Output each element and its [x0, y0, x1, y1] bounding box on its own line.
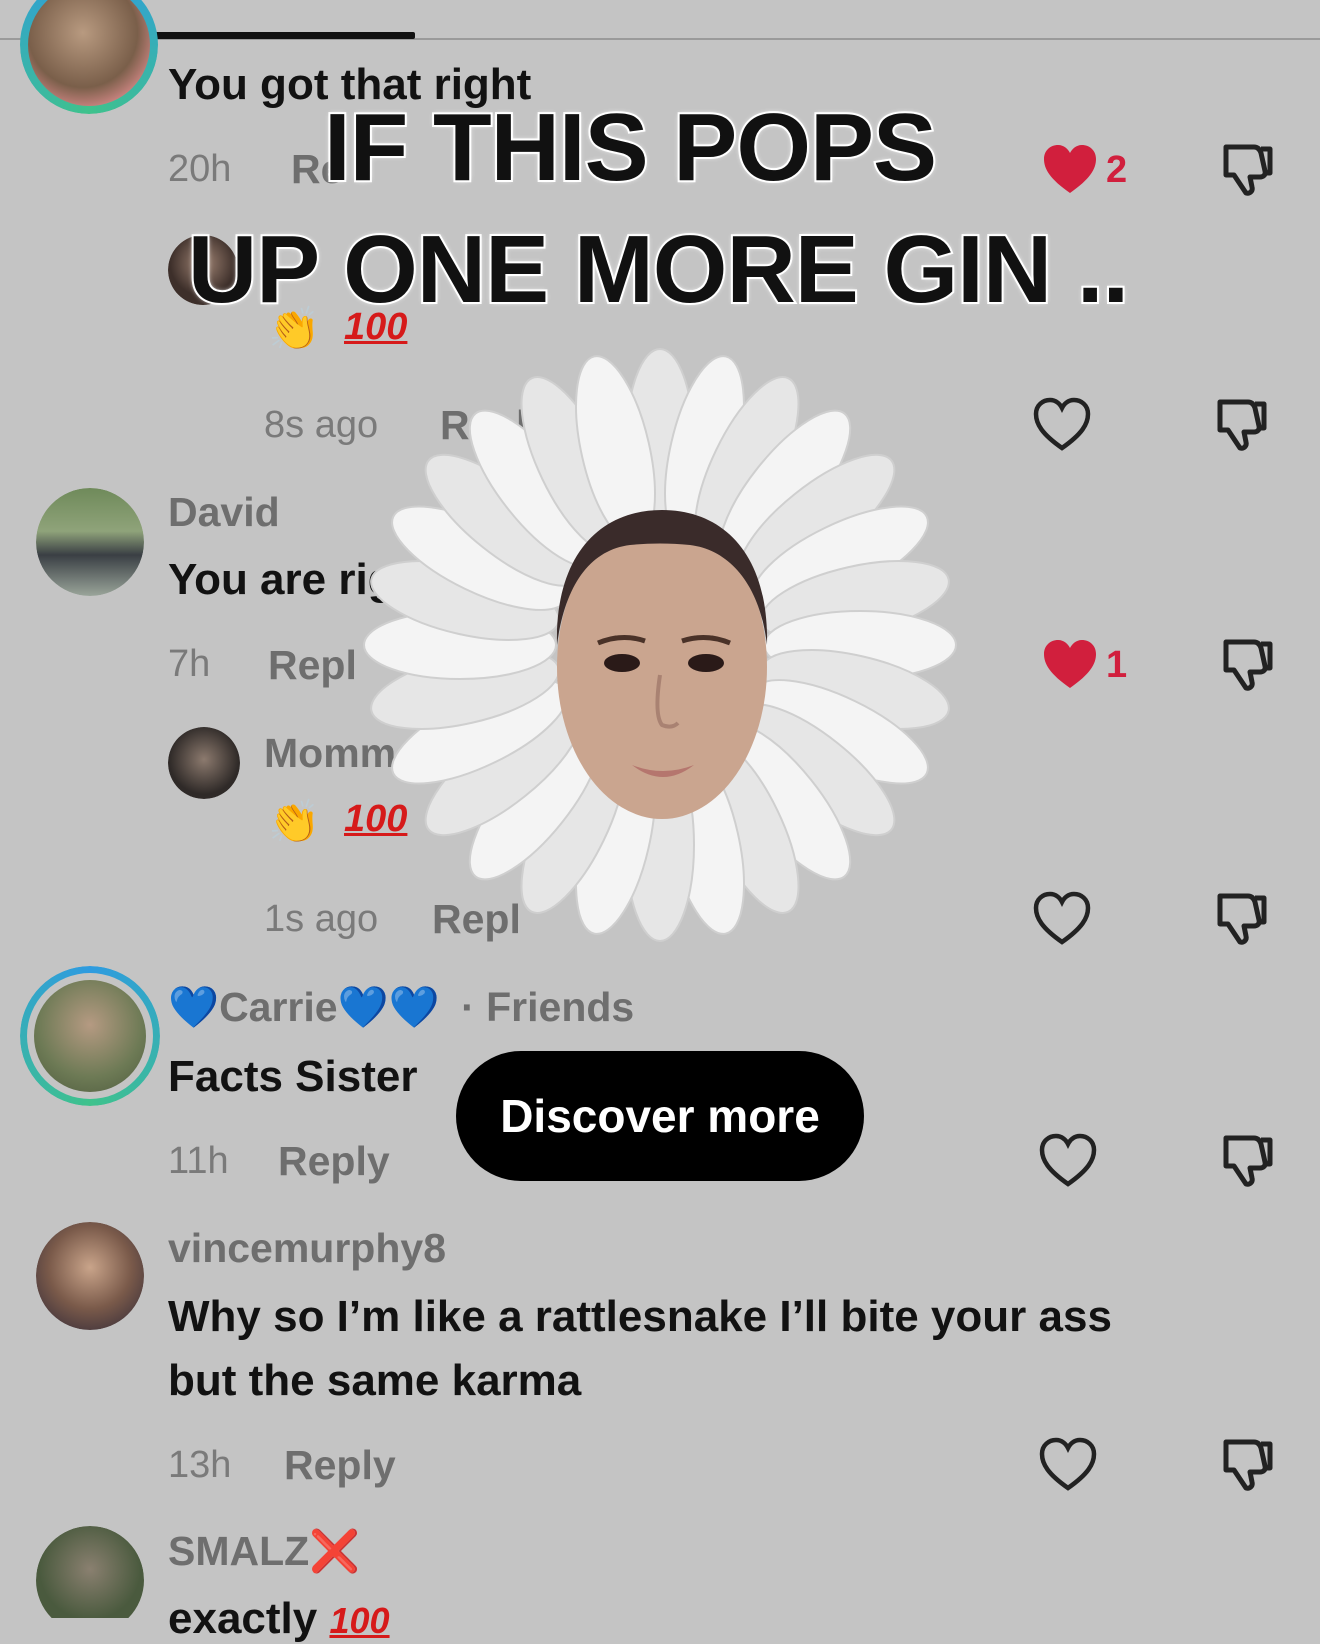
comment-text: exactly 100 [168, 1594, 390, 1643]
comment-author[interactable]: David [168, 489, 280, 536]
comment-text-line1: Why so I’m like a rattlesnake I’ll bite … [168, 1292, 1112, 1341]
comment-text: Facts Sister [168, 1052, 418, 1101]
avatar[interactable] [168, 727, 240, 799]
overlay-title-line2: UP ONE MORE GIN .. [186, 216, 1131, 323]
comment-author[interactable]: 💙Carrie💙💙 · Friends [168, 984, 634, 1032]
avatar[interactable] [36, 1222, 144, 1330]
cross-mark-emoji: ❌ [309, 1528, 361, 1574]
comment-time: 11h [168, 1140, 229, 1182]
friends-tag: · Friends [461, 984, 635, 1030]
heart-icon[interactable] [1032, 890, 1092, 946]
author-name: Carrie [219, 984, 338, 1030]
reply-button[interactable]: Repl [268, 642, 357, 689]
comment-author[interactable]: SMALZ❌ [168, 1528, 360, 1576]
reply-button[interactable]: Reply [284, 1442, 396, 1489]
flower-face-sticker [363, 348, 957, 942]
thumbs-down-icon[interactable] [1218, 1132, 1278, 1188]
thumbs-down-icon[interactable] [1212, 890, 1272, 946]
discover-more-button[interactable]: Discover more [456, 1051, 864, 1181]
heart-icon[interactable] [1032, 396, 1092, 452]
avatar[interactable] [20, 0, 158, 114]
author-name: SMALZ [168, 1528, 310, 1574]
reply-button[interactable]: Reply [278, 1138, 390, 1185]
blue-heart-emoji: 💙💙 [337, 984, 440, 1030]
overlay-title-line1: IF THIS POPS [322, 94, 939, 201]
thumbs-down-icon[interactable] [1218, 1436, 1278, 1492]
heart-icon[interactable] [1040, 636, 1100, 692]
avatar[interactable] [36, 488, 144, 596]
thumbs-down-icon[interactable] [1218, 636, 1278, 692]
comment-time: 13h [168, 1444, 232, 1486]
like-count: 1 [1106, 644, 1128, 686]
comment-author[interactable]: vincemurphy8 [168, 1225, 446, 1272]
heart-icon[interactable] [1038, 1132, 1098, 1188]
hundred-emoji: 100 [329, 1600, 390, 1641]
heart-icon[interactable] [1038, 1436, 1098, 1492]
comment-text-line2: but the same karma [168, 1356, 582, 1405]
avatar[interactable] [36, 1526, 144, 1618]
avatar[interactable] [20, 966, 160, 1106]
comment-time: 7h [168, 643, 211, 685]
thumbs-down-icon[interactable] [1212, 396, 1272, 452]
clap-emoji: 👏 [268, 798, 321, 845]
blue-heart-emoji: 💙 [168, 984, 220, 1030]
